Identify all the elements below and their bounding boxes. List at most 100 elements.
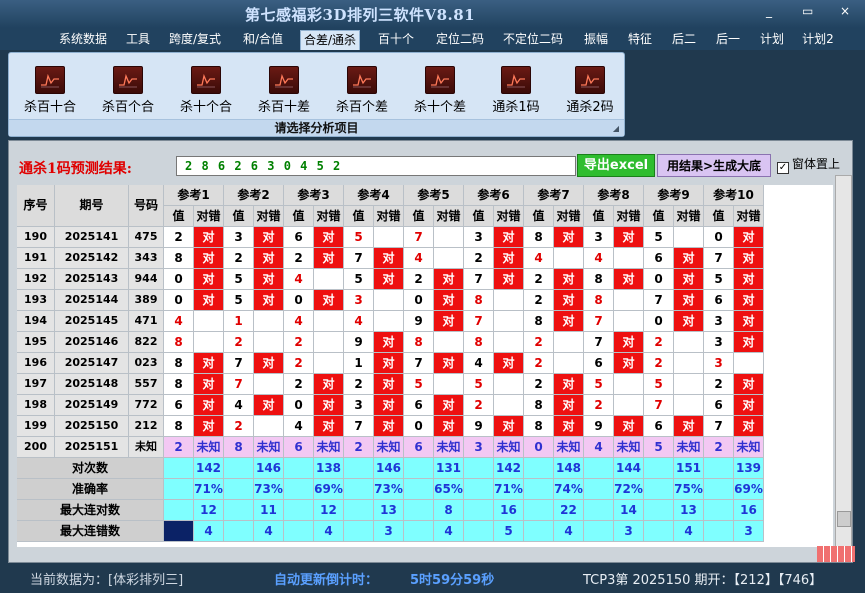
ref-result: 对 [734, 374, 764, 395]
stat-spacer [704, 521, 734, 542]
ref-value: 3 [224, 227, 254, 248]
menu-item[interactable]: 后一 [713, 30, 743, 50]
ref-value: 2 [224, 332, 254, 353]
stat-value: 4 [674, 521, 704, 542]
ribbon-button[interactable]: 杀十个差 [405, 66, 475, 115]
header-ref: 参考4 [344, 185, 404, 206]
menu-item[interactable]: 跨度/复式 [166, 30, 224, 50]
ref-value: 2 [584, 395, 614, 416]
ribbon-button[interactable]: 通杀2码 [555, 66, 625, 115]
menu-item[interactable]: 不定位二码 [500, 30, 566, 50]
close-button[interactable]: × [840, 4, 850, 18]
ref-value: 8 [164, 332, 194, 353]
ref-result: 对 [614, 332, 644, 353]
ribbon-button[interactable]: 杀百个差 [327, 66, 397, 115]
menu-bar: 系统数据 工具 跨度/复式 和/合值 合差/通杀 百十个 定位二码 不定位二码 振幅 特征 后二 后一… [0, 28, 865, 50]
ref-value: 5 [224, 269, 254, 290]
ref-result [614, 311, 644, 332]
ref-result [254, 332, 284, 353]
stat-spacer [644, 521, 674, 542]
stat-value: 16 [734, 500, 764, 521]
ref-result: 对 [674, 248, 704, 269]
ref-result: 对 [194, 269, 224, 290]
ref-value: 0 [284, 395, 314, 416]
ref-result [554, 353, 584, 374]
row-seq: 197 [17, 374, 55, 395]
export-excel-button[interactable]: 导出excel [577, 154, 655, 177]
stat-value: 12 [314, 500, 344, 521]
checkbox-check-icon[interactable]: ✓ [777, 162, 789, 174]
row-number: 772 [129, 395, 164, 416]
stat-spacer [284, 458, 314, 479]
ribbon-button[interactable]: 杀百个合 [93, 66, 163, 115]
ref-value: 0 [164, 269, 194, 290]
ref-result [614, 290, 644, 311]
ref-value: 3 [464, 227, 494, 248]
menu-item[interactable]: 工具 [123, 30, 153, 50]
ref-result: 对 [734, 416, 764, 437]
generate-base-button[interactable]: 用结果>生成大底 [657, 154, 771, 177]
scrollbar-thumb[interactable] [837, 511, 851, 527]
header-result: 对错 [314, 206, 344, 227]
ribbon-button[interactable]: 杀十个合 [171, 66, 241, 115]
menu-item[interactable]: 定位二码 [432, 30, 488, 50]
ref-result: 对 [674, 290, 704, 311]
maximize-button[interactable]: ▭ [802, 4, 813, 18]
ref-result: 未知 [194, 437, 224, 458]
menu-item[interactable]: 特征 [625, 30, 655, 50]
menu-item[interactable]: 计划 [757, 30, 787, 50]
stat-spacer [344, 458, 374, 479]
menu-item[interactable]: 合差/通杀 [300, 30, 360, 50]
menu-item[interactable]: 振幅 [581, 30, 611, 50]
ref-result: 对 [314, 416, 344, 437]
vertical-scrollbar[interactable] [835, 175, 852, 547]
ref-value: 2 [284, 374, 314, 395]
ref-result: 对 [494, 248, 524, 269]
ref-value: 8 [404, 332, 434, 353]
row-period: 2025145 [55, 311, 129, 332]
stat-value: 13 [674, 500, 704, 521]
ribbon-button[interactable]: 通杀1码 [481, 66, 551, 115]
minimize-button[interactable]: _ [766, 4, 772, 18]
menu-item[interactable]: 和/合值 [240, 30, 286, 50]
stat-value: 4 [554, 521, 584, 542]
menu-item[interactable]: 后二 [669, 30, 699, 50]
topmost-checkbox[interactable]: ✓ 窗体置上 [777, 155, 840, 174]
menu-item[interactable]: 计划2 [800, 30, 836, 50]
ref-result: 对 [614, 353, 644, 374]
ref-result [434, 248, 464, 269]
ref-value: 7 [464, 269, 494, 290]
ribbon-caption: 请选择分析项目 [9, 119, 624, 136]
ribbon-button[interactable]: 杀百十差 [249, 66, 319, 115]
row-period: 2025150 [55, 416, 129, 437]
ribbon-button[interactable]: 杀百十合 [15, 66, 85, 115]
ref-result [494, 374, 524, 395]
menu-item[interactable]: 系统数据 [55, 30, 111, 50]
ref-result [674, 353, 704, 374]
ref-value: 5 [344, 227, 374, 248]
menu-item[interactable]: 百十个 [376, 30, 416, 50]
dialog-launcher-icon[interactable]: ◢ [613, 124, 619, 133]
stat-spacer [284, 500, 314, 521]
ref-value: 2 [164, 227, 194, 248]
stat-value: 5 [494, 521, 524, 542]
ref-result: 对 [554, 311, 584, 332]
header-ref: 参考10 [704, 185, 764, 206]
ref-result: 对 [254, 248, 284, 269]
ref-value: 6 [704, 290, 734, 311]
ref-result: 对 [554, 395, 584, 416]
stat-spacer [584, 500, 614, 521]
ref-value: 7 [704, 416, 734, 437]
ref-value: 2 [524, 332, 554, 353]
ref-value: 8 [224, 437, 254, 458]
ref-value: 9 [344, 332, 374, 353]
stat-spacer [584, 479, 614, 500]
prediction-table: 序号 期号 号码 参考1 值对错 参考2 值对错 参考3 值对错 参考4 值对错 参考5 值对错 参考6 值… [17, 185, 833, 547]
ref-value: 4 [344, 311, 374, 332]
ref-value: 0 [644, 311, 674, 332]
progress-indicator [817, 546, 855, 562]
stat-spacer [584, 458, 614, 479]
prediction-result-field[interactable]: 2 8 6 2 6 3 0 4 5 2 [176, 156, 576, 176]
header-result: 对错 [614, 206, 644, 227]
stat-value: 151 [674, 458, 704, 479]
